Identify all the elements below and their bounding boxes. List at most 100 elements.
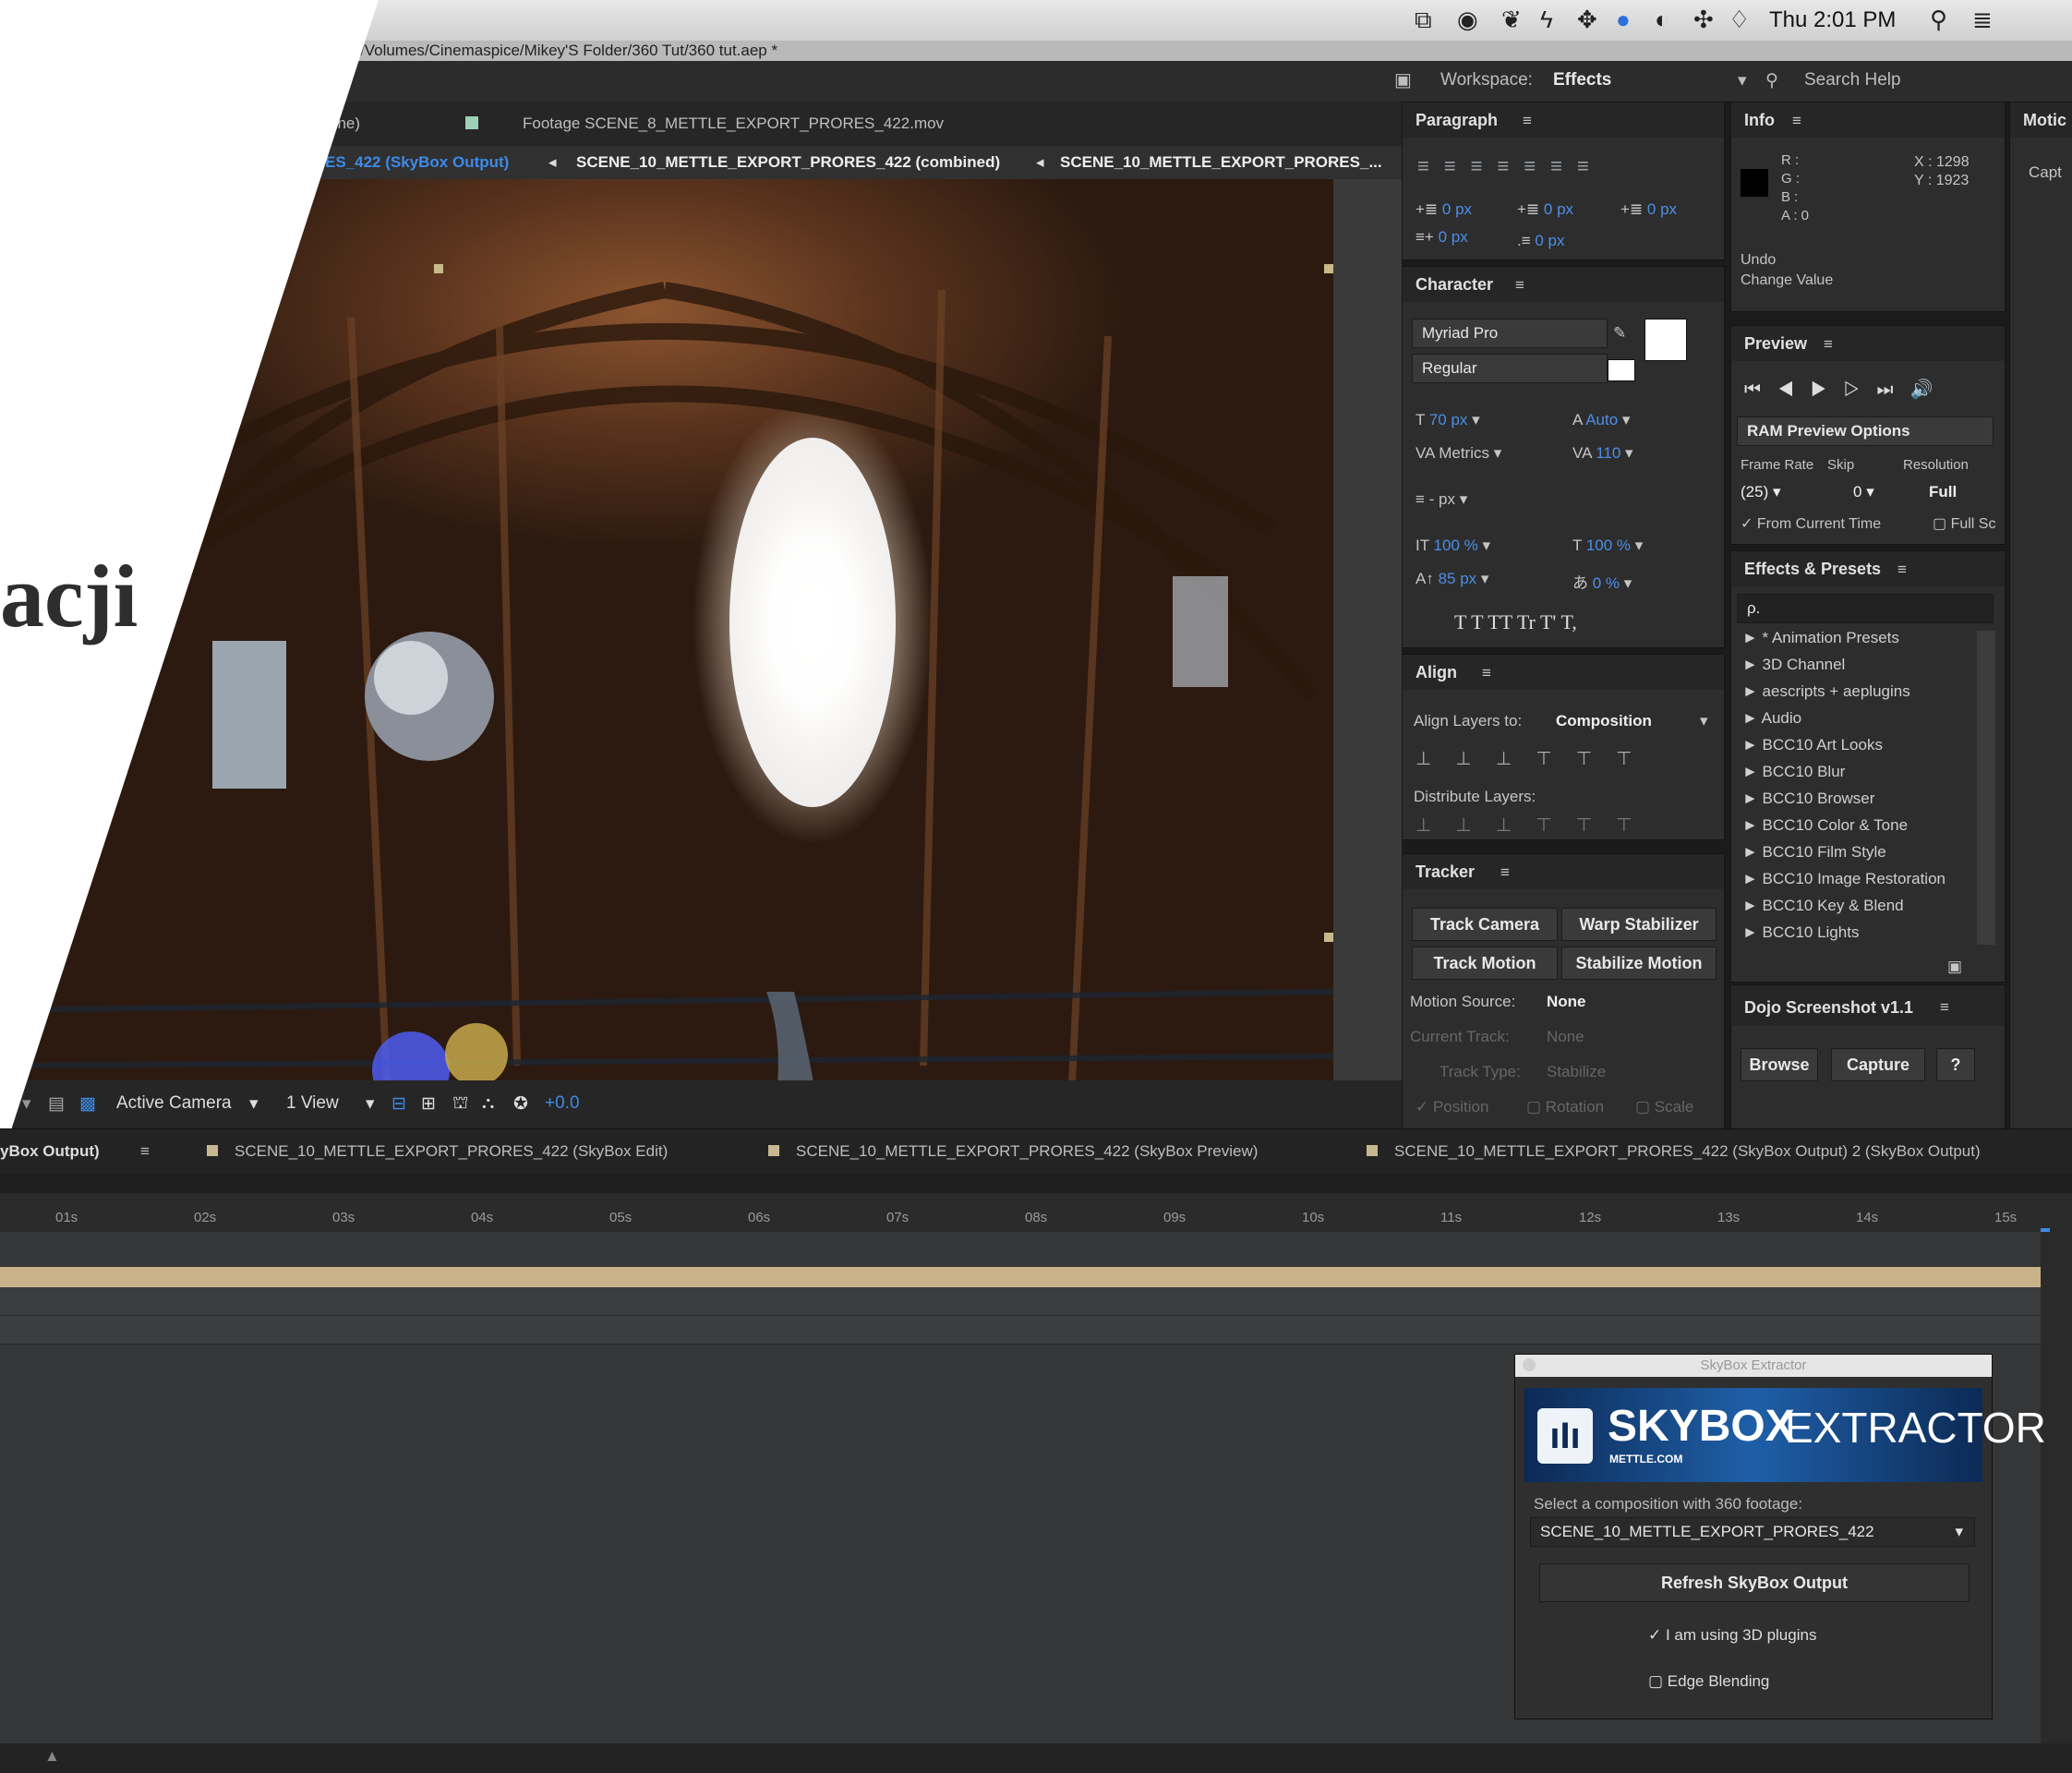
faux-style-buttons[interactable]: T T TT Tr T' T, xyxy=(1454,610,1577,634)
3d-plugins-checkbox[interactable]: ✓ I am using 3D plugins xyxy=(1648,1626,1816,1645)
full-screen-checkbox[interactable]: ▢ Full Sc xyxy=(1933,514,1995,533)
composition-select[interactable]: SCENE_10_METTLE_EXPORT_PRORES_422 ▾ xyxy=(1530,1517,1975,1547)
close-icon[interactable] xyxy=(1523,1358,1536,1371)
new-preset-icon[interactable]: ▣ xyxy=(1947,958,1962,976)
stabilize-motion-button[interactable]: Stabilize Motion xyxy=(1561,947,1717,980)
track-motion-button[interactable]: Track Motion xyxy=(1412,947,1558,980)
effects-category-item[interactable]: ► BCC10 Key & Blend xyxy=(1742,897,1904,915)
distribute-layer-icons[interactable]: ⊥⊥⊥⊤⊤⊤ xyxy=(1415,814,1656,837)
effects-scrollbar[interactable] xyxy=(1977,631,1995,945)
time-ruler[interactable]: 01s 02s 03s 04s 05s 06s 07s 08s 09s 10s 11s 12s 13s 1… xyxy=(0,1193,2072,1232)
help-button[interactable]: ? xyxy=(1936,1048,1975,1081)
space-after-field[interactable]: .≡ 0 px xyxy=(1517,232,1565,250)
workspace-chevron-icon[interactable]: ▾ xyxy=(1738,70,1747,91)
transparency-icon[interactable]: ⛫ xyxy=(452,1093,468,1116)
panel-menu-icon[interactable]: ≡ xyxy=(1523,112,1532,130)
comp-handle[interactable] xyxy=(1324,264,1333,273)
capture-button[interactable]: Capture xyxy=(1831,1048,1925,1081)
panel-menu-icon[interactable]: ≡ xyxy=(1500,863,1510,882)
eyedropper-icon[interactable]: ✎ xyxy=(1613,324,1626,343)
horizontal-scale-field[interactable]: T 100 % ▾ xyxy=(1572,537,1643,555)
indent-right-field[interactable]: +≣ 0 px xyxy=(1620,200,1677,219)
flowchart-icon[interactable]: ⛬ xyxy=(482,1093,494,1114)
panel-menu-icon[interactable]: ≡ xyxy=(1792,112,1801,130)
tracking-field[interactable]: VA 110 ▾ xyxy=(1572,444,1633,463)
panel-menu-icon[interactable]: ≡ xyxy=(1515,276,1524,295)
ram-preview-select[interactable]: RAM Preview Options xyxy=(1737,416,1994,446)
effects-search-input[interactable]: ρ. xyxy=(1737,594,1994,623)
paragraph-align-icons[interactable]: ≡≡≡≡≡≡≡ xyxy=(1417,154,1604,178)
exposure-reset-icon[interactable]: ✪ xyxy=(513,1093,528,1115)
app-status-icon[interactable]: ◉ xyxy=(1457,6,1478,34)
timeline-tab-active[interactable]: yBox Output) xyxy=(0,1142,100,1161)
effects-category-item[interactable]: ► BCC10 Lights xyxy=(1742,923,1859,942)
mountain-zoom-icon[interactable]: ▲ xyxy=(44,1747,60,1766)
current-track-select[interactable]: None xyxy=(1547,1028,1584,1046)
timeline-tab-skybox-edit[interactable]: SCENE_10_METTLE_EXPORT_PRORES_422 (SkyBo… xyxy=(207,1142,668,1161)
align-layer-icons[interactable]: ⊥⊥⊥⊤⊤⊤ xyxy=(1415,747,1656,770)
effects-category-item[interactable]: ► aescripts + aeplugins xyxy=(1742,682,1910,701)
search-icon[interactable]: ⚲ xyxy=(1930,6,1947,34)
comp-tab-export[interactable]: SCENE_10_METTLE_EXPORT_PRORES_... xyxy=(1060,153,1382,172)
indent-first-field[interactable]: +≣ 0 px xyxy=(1517,200,1573,219)
list-icon[interactable]: ≣ xyxy=(1972,6,1993,34)
leading-field[interactable]: A Auto ▾ xyxy=(1572,411,1630,429)
region-icon[interactable]: ⊞ xyxy=(421,1093,436,1115)
stroke-color-swatch[interactable] xyxy=(1608,359,1635,381)
font-family-select[interactable]: Myriad Pro xyxy=(1412,319,1608,348)
panel-menu-icon[interactable]: ≡ xyxy=(1897,561,1907,579)
bluetooth-icon[interactable]: ✣ xyxy=(1693,6,1714,34)
comp-handle[interactable] xyxy=(1324,933,1333,942)
effects-category-item[interactable]: ► BCC10 Image Restoration xyxy=(1742,870,1946,888)
effects-category-item[interactable]: ► Audio xyxy=(1742,709,1801,728)
refresh-skybox-button[interactable]: Refresh SkyBox Output xyxy=(1539,1563,1970,1602)
skype-icon[interactable]: ● xyxy=(1616,6,1631,34)
frame-rate-select[interactable]: (25) ▾ xyxy=(1741,483,1781,501)
font-size-field[interactable]: T 70 px ▾ xyxy=(1415,411,1480,429)
effects-category-item[interactable]: ► 3D Channel xyxy=(1742,656,1845,674)
panel-menu-icon[interactable]: ≡ xyxy=(1482,664,1491,682)
tsume-field[interactable]: あ 0 % ▾ xyxy=(1572,570,1632,593)
comp-tab-combined[interactable]: SCENE_10_METTLE_EXPORT_PRORES_422 (combi… xyxy=(576,153,1000,172)
effects-category-item[interactable]: ► BCC10 Color & Tone xyxy=(1742,816,1908,835)
playback-controls[interactable]: ⏮◀▶▷⏭🔊 xyxy=(1744,378,1949,401)
scale-checkbox[interactable]: ▢ Scale xyxy=(1635,1098,1693,1116)
evernote-icon[interactable]: ❦ xyxy=(1501,6,1522,34)
effects-category-item[interactable]: ► * Animation Presets xyxy=(1742,629,1899,647)
dropbox-icon[interactable]: ✥ xyxy=(1577,6,1597,34)
position-checkbox[interactable]: ✓ Position xyxy=(1415,1098,1488,1116)
align-chevron-icon[interactable]: ▾ xyxy=(1700,712,1708,730)
screen-capture-icon[interactable]: ⧉ xyxy=(1415,6,1432,35)
layer-duration-bar[interactable] xyxy=(0,1267,2041,1287)
from-current-time-checkbox[interactable]: ✓ From Current Time xyxy=(1741,514,1881,533)
workspace-icon[interactable]: ▣ xyxy=(1394,68,1412,91)
effects-category-item[interactable]: ► BCC10 Browser xyxy=(1742,790,1874,808)
clock[interactable]: Thu 2:01 PM xyxy=(1769,7,1896,33)
timeline-tab-skybox-preview[interactable]: SCENE_10_METTLE_EXPORT_PRORES_422 (SkyBo… xyxy=(768,1142,1258,1161)
timeline-tab-skybox-output-2[interactable]: SCENE_10_METTLE_EXPORT_PRORES_422 (SkyBo… xyxy=(1367,1142,1981,1161)
viewer-tab-footage[interactable]: Footage SCENE_8_METTLE_EXPORT_PRORES_422… xyxy=(523,115,944,133)
timeline-tab-close-icon[interactable]: ≡ xyxy=(140,1142,150,1161)
align-to-select[interactable]: Composition xyxy=(1556,712,1652,730)
resolution-select[interactable]: Full xyxy=(1929,483,1957,501)
vertical-scale-field[interactable]: IT 100 % ▾ xyxy=(1415,537,1490,555)
kerning-field[interactable]: VA Metrics ▾ xyxy=(1415,444,1501,463)
indent-left-field[interactable]: +≣ 0 px xyxy=(1415,200,1472,219)
motion-source-select[interactable]: None xyxy=(1547,993,1586,1011)
flash-icon[interactable]: ϟ xyxy=(1540,6,1553,34)
edge-blending-checkbox[interactable]: ▢ Edge Blending xyxy=(1648,1672,1769,1691)
workspace-select[interactable]: Effects xyxy=(1553,70,1611,90)
font-style-select[interactable]: Regular xyxy=(1412,354,1608,383)
warp-stabilizer-button[interactable]: Warp Stabilizer xyxy=(1561,908,1717,941)
exposure-value[interactable]: +0.0 xyxy=(545,1093,580,1114)
panel-menu-icon[interactable]: ≡ xyxy=(1940,998,1949,1017)
sync-icon[interactable]: ◐ xyxy=(1655,6,1669,34)
stroke-width-field[interactable]: ≡ - px ▾ xyxy=(1415,490,1467,509)
wifi-icon[interactable]: ♢ xyxy=(1729,6,1750,34)
effects-category-item[interactable]: ► BCC10 Blur xyxy=(1742,763,1845,781)
track-type-select[interactable]: Stabilize xyxy=(1547,1063,1606,1081)
track-camera-button[interactable]: Track Camera xyxy=(1412,908,1558,941)
browse-button[interactable]: Browse xyxy=(1741,1048,1818,1081)
baseline-shift-field[interactable]: A↑ 85 px ▾ xyxy=(1415,570,1488,588)
skip-select[interactable]: 0 ▾ xyxy=(1853,483,1874,501)
